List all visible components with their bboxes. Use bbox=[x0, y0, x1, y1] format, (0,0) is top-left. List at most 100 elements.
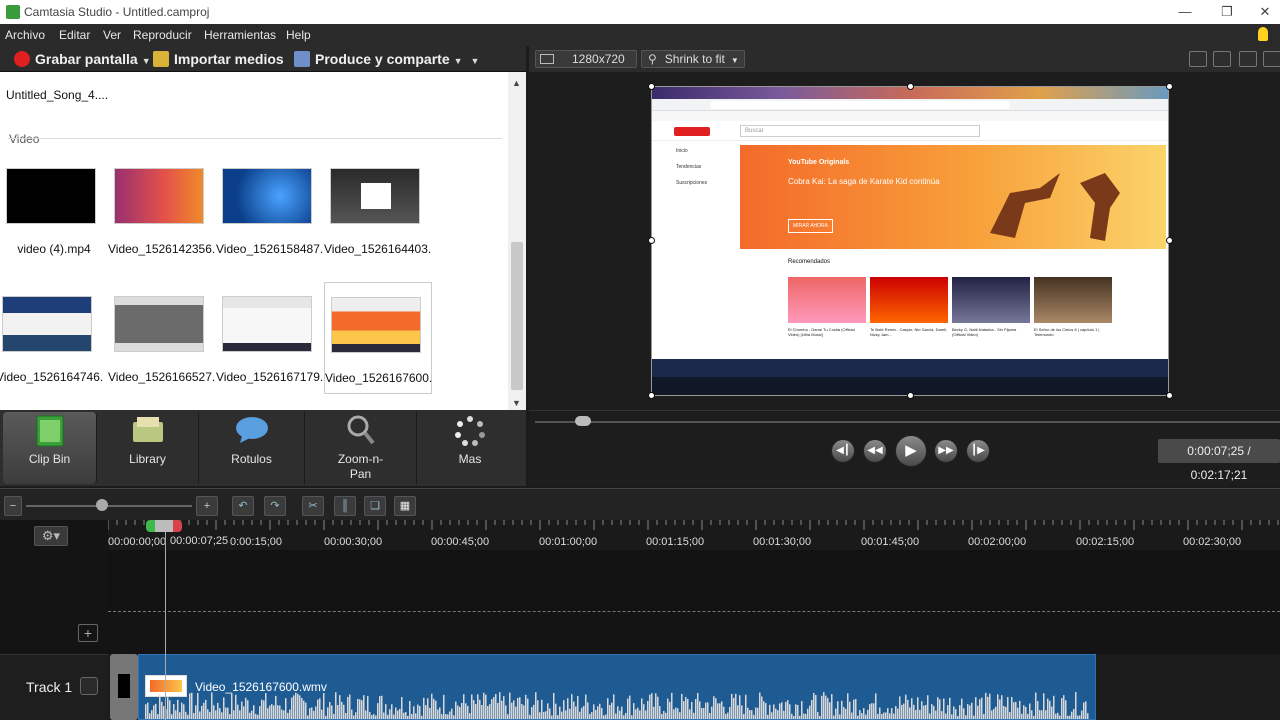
close-button[interactable]: ✕ bbox=[1250, 3, 1280, 21]
clip-thumbnail bbox=[6, 168, 96, 224]
zoom-out-icon[interactable]: − bbox=[4, 496, 22, 516]
undo-icon[interactable]: ↶ bbox=[232, 496, 254, 516]
resize-handle[interactable] bbox=[648, 392, 655, 399]
zoom-slider-knob[interactable] bbox=[96, 499, 108, 511]
tab-label: Rotulos bbox=[231, 452, 272, 466]
bookmarks-bar bbox=[652, 111, 1168, 121]
audio-waveform bbox=[145, 692, 1089, 719]
resize-handle[interactable] bbox=[907, 83, 914, 90]
resize-handle[interactable] bbox=[648, 83, 655, 90]
timeline-clip[interactable]: Video_1526167600.wmv bbox=[138, 654, 1096, 720]
tab-mas[interactable]: Mas bbox=[417, 412, 523, 484]
scrub-knob[interactable] bbox=[575, 416, 591, 426]
add-track-button[interactable]: + bbox=[78, 624, 98, 642]
browser-addressbar bbox=[652, 99, 1168, 111]
record-screen-button[interactable]: Grabar pantalla ▼ bbox=[14, 51, 151, 67]
resize-handle[interactable] bbox=[1166, 237, 1173, 244]
video-thumb bbox=[788, 277, 866, 323]
video-thumb bbox=[952, 277, 1030, 323]
empty-track-area[interactable] bbox=[108, 550, 1280, 612]
clip-thumbnail bbox=[222, 168, 312, 224]
tab-library[interactable]: Library bbox=[97, 412, 199, 484]
ruler-label: 00:00:00;00 bbox=[108, 536, 167, 548]
chevron-down-icon: ▼ bbox=[730, 56, 739, 65]
banner-brand: YouTube Originals bbox=[788, 159, 850, 166]
zoom-in-icon[interactable]: + bbox=[196, 496, 218, 516]
import-media-button[interactable]: Importar medios bbox=[153, 51, 284, 67]
app-icon bbox=[6, 5, 20, 19]
record-icon bbox=[14, 51, 30, 67]
resize-handle[interactable] bbox=[1166, 392, 1173, 399]
menu-editar[interactable]: Editar bbox=[59, 28, 90, 42]
audio-clip-item[interactable]: Untitled_Song_4.... bbox=[6, 88, 108, 102]
rewind-icon[interactable]: ◀◀ bbox=[863, 439, 887, 463]
resize-handle[interactable] bbox=[648, 237, 655, 244]
screen-icon bbox=[540, 54, 554, 64]
menu-reproducir[interactable]: Reproducir bbox=[133, 28, 192, 42]
split-icon[interactable]: ║ bbox=[334, 496, 356, 516]
task-tabs: Clip Bin Library Rotulos Zoom-n-Pan Mas bbox=[0, 410, 526, 486]
redo-icon[interactable]: ↷ bbox=[264, 496, 286, 516]
scroll-thumb[interactable] bbox=[511, 242, 523, 390]
tab-rotulos[interactable]: Rotulos bbox=[199, 412, 305, 484]
zoom-slider[interactable] bbox=[26, 505, 192, 507]
crop-icon[interactable] bbox=[1189, 51, 1207, 67]
resize-handle[interactable] bbox=[907, 392, 914, 399]
ruler-label: 0:00:15;00 bbox=[230, 536, 282, 548]
play-button[interactable]: ▶ bbox=[895, 435, 927, 467]
timeline-clip-small[interactable] bbox=[110, 654, 138, 720]
scroll-down-icon[interactable]: ▼ bbox=[512, 398, 521, 408]
title-bar: Camtasia Studio - Untitled.camproj — ❐ ✕ bbox=[0, 0, 1280, 24]
zoom-dropdown[interactable]: ⚲ Shrink to fit ▼ bbox=[641, 50, 745, 68]
clip-bin-scrollbar[interactable]: ▲ ▼ bbox=[508, 72, 526, 410]
youtube-search: Buscar bbox=[740, 125, 980, 137]
produce-share-button[interactable]: Produce y comparte ▼ ▼ bbox=[294, 51, 479, 67]
copy-icon[interactable]: ❏ bbox=[364, 496, 386, 516]
speech-bubble-icon bbox=[235, 417, 268, 443]
clip-name: Video_1526164746.... bbox=[0, 370, 104, 384]
tab-label: Library bbox=[129, 452, 166, 466]
playhead-handle[interactable] bbox=[146, 520, 182, 532]
scrub-bar[interactable] bbox=[535, 421, 1280, 423]
clip-item[interactable]: Video_1526166527.... bbox=[108, 282, 216, 394]
clip-item[interactable]: Video_1526164403.... bbox=[324, 154, 432, 266]
minimize-button[interactable]: — bbox=[1170, 3, 1200, 21]
fast-forward-icon[interactable]: ▶▶ bbox=[934, 439, 958, 463]
clip-item[interactable]: Video_1526167179.... bbox=[216, 282, 324, 394]
preview-video-frame[interactable]: Buscar Inicio Tendencias Suscripciones Y… bbox=[651, 86, 1169, 396]
clip-item[interactable]: Video_1526142356.... bbox=[108, 154, 216, 266]
tab-zoom-n-pan[interactable]: Zoom-n-Pan bbox=[305, 412, 417, 484]
menu-archivo[interactable]: Archivo bbox=[5, 28, 45, 42]
tips-bulb-icon[interactable] bbox=[1258, 27, 1268, 41]
gear-icon[interactable]: ⚙▾ bbox=[34, 526, 68, 546]
lock-icon[interactable] bbox=[80, 677, 98, 695]
scroll-up-icon[interactable]: ▲ bbox=[512, 78, 521, 88]
clip-name: Video_1526167179.... bbox=[216, 370, 324, 384]
clip-item-selected[interactable]: Video_1526167600.... bbox=[324, 282, 433, 394]
maximize-button[interactable]: ❐ bbox=[1212, 3, 1242, 21]
menu-herramientas[interactable]: Herramientas bbox=[204, 28, 276, 42]
tab-label: Clip Bin bbox=[28, 452, 71, 466]
menu-ver[interactable]: Ver bbox=[103, 28, 121, 42]
timecode-display: 0:00:07;25 / 0:02:17;21 bbox=[1158, 439, 1280, 482]
dimensions-button[interactable]: 1280x720 bbox=[535, 50, 637, 68]
sidebar-item: Suscripciones bbox=[676, 180, 708, 186]
skip-back-icon[interactable]: ◀┃ bbox=[831, 439, 855, 463]
fit-icon[interactable] bbox=[1239, 51, 1257, 67]
clip-name: Video_1526142356.... bbox=[108, 242, 216, 256]
clip-item[interactable]: Video_1526158487.... bbox=[216, 154, 324, 266]
hand-icon[interactable] bbox=[1213, 51, 1231, 67]
clip-item[interactable]: video (4).mp4 bbox=[0, 154, 108, 266]
recommended-heading: Recomendados bbox=[788, 259, 831, 265]
fullscreen-icon[interactable] bbox=[1263, 51, 1280, 67]
tab-clip-bin[interactable]: Clip Bin bbox=[3, 412, 97, 484]
cut-icon[interactable]: ✂ bbox=[302, 496, 324, 516]
resize-handle[interactable] bbox=[1166, 83, 1173, 90]
timeline-ruler[interactable]: 00:00:00;00 00:00:07;25 0:00:15;00 00:00… bbox=[108, 520, 1280, 550]
clip-item[interactable]: Video_1526164746.... bbox=[0, 282, 104, 394]
menu-help[interactable]: Help bbox=[286, 28, 311, 42]
banner-title: Cobra Kai: La saga de Karate Kid continú… bbox=[788, 177, 940, 186]
skip-forward-icon[interactable]: ┃▶ bbox=[966, 439, 990, 463]
paste-icon[interactable]: ▦ bbox=[394, 496, 416, 516]
clip-bin-panel: Untitled_Song_4.... Video video (4).mp4 … bbox=[0, 72, 526, 410]
